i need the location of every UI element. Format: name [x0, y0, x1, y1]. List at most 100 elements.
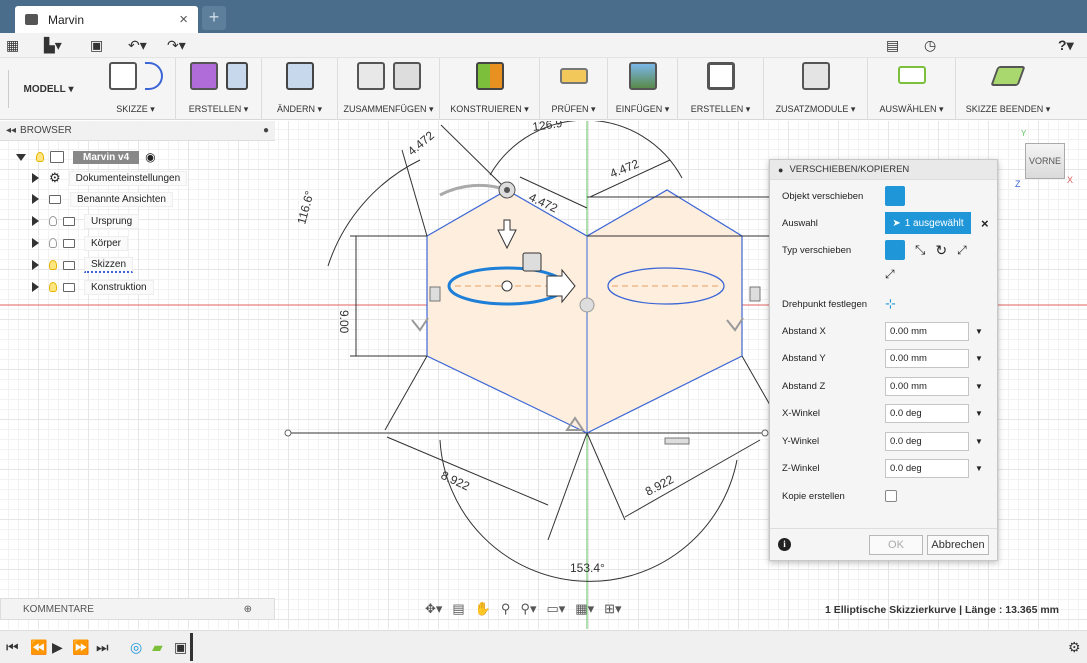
timeline-origin-icon[interactable]: ◎ [130, 639, 142, 656]
ribbon-group-construct[interactable]: KONSTRUIEREN ▾ [440, 58, 540, 120]
timeline-settings-icon[interactable]: ⚙ [1068, 639, 1081, 656]
browser-item-bodies[interactable]: Körper [32, 234, 129, 252]
save-icon[interactable]: ▣ [90, 36, 103, 55]
play-icon[interactable]: ▶ [52, 639, 63, 656]
expand-icon[interactable] [32, 173, 39, 183]
pivot-icon[interactable]: ⊹ [885, 296, 896, 312]
info-icon[interactable]: i [778, 538, 791, 551]
zoom-window-icon[interactable]: ⚲▾ [520, 601, 536, 617]
clock-icon[interactable]: ◷ [924, 36, 936, 55]
insert-icon [628, 62, 657, 90]
timeline-marker[interactable] [190, 633, 193, 661]
pivot-label: Drehpunkt festlegen [782, 298, 868, 310]
ribbon-group-inspect[interactable]: PRÜFEN ▾ [540, 58, 608, 120]
distance-x-input[interactable]: 0.00 mm [885, 321, 969, 341]
dropdown-icon[interactable]: ▼ [975, 382, 983, 391]
comments-panel[interactable]: KOMMENTARE ⊕ [0, 598, 275, 620]
collapse-icon[interactable]: ◂◂ [6, 125, 16, 136]
ribbon-group-select[interactable]: AUSWÄHLEN ▾ [868, 58, 956, 120]
activate-radio-icon[interactable]: ◉ [145, 150, 155, 164]
help-icon[interactable]: ?▾ [1058, 36, 1074, 55]
redo-icon[interactable]: ↷▾ [167, 36, 186, 55]
point-to-position-icon[interactable]: ⤢ [885, 267, 895, 282]
visibility-icon[interactable] [36, 152, 44, 162]
look-at-icon[interactable]: ▤ [452, 601, 464, 617]
distance-z-input[interactable]: 0.00 mm [885, 376, 969, 396]
job-status-icon[interactable]: ▤ [886, 36, 899, 55]
go-to-start-icon[interactable]: ⏮ [6, 639, 19, 656]
visibility-icon[interactable] [49, 216, 57, 226]
dropdown-icon[interactable]: ▼ [975, 464, 983, 473]
browser-item-label: Marvin v4 [73, 150, 140, 164]
timeline-plane-icon[interactable]: ▰ [152, 639, 163, 656]
browser-root-item[interactable]: Marvin v4 ◉ [16, 148, 156, 166]
minimize-icon[interactable]: ● [263, 125, 269, 136]
viewports-icon[interactable]: ⊞▾ [604, 601, 621, 617]
angle-z-input[interactable]: 0.0 deg [885, 458, 969, 478]
ribbon-group-make[interactable]: ERSTELLEN ▾ [678, 58, 764, 120]
expand-icon[interactable] [32, 260, 39, 270]
ok-button[interactable]: OK [869, 534, 923, 555]
apps-grid-icon[interactable]: ▦ [6, 36, 19, 55]
expand-icon[interactable] [32, 282, 39, 292]
line-endpoint [761, 429, 769, 437]
pan-icon[interactable]: ✋ [475, 601, 491, 617]
dropdown-icon[interactable]: ▼ [975, 327, 983, 336]
dialog-header[interactable]: ● VERSCHIEBEN/KOPIEREN [770, 160, 997, 180]
expand-icon[interactable] [32, 194, 39, 204]
expand-icon[interactable] [32, 216, 39, 226]
dropdown-icon[interactable]: ▼ [975, 354, 983, 363]
cancel-button[interactable]: Abbrechen [927, 534, 989, 555]
ribbon-group-addins[interactable]: ZUSATZMODULE ▾ [764, 58, 868, 120]
ribbon-toolbar: MODELL ▾ SKIZZE ▾ ERSTELLEN ▾ ÄNDERN ▾ Z… [0, 58, 1087, 120]
ribbon-group-modify[interactable]: ÄNDERN ▾ [262, 58, 338, 120]
ribbon-group-create[interactable]: ERSTELLEN ▾ [176, 58, 262, 120]
selection-button[interactable]: ➤ 1 ausgewählt [885, 212, 971, 234]
ribbon-group-insert[interactable]: EINFÜGEN ▾ [608, 58, 678, 120]
browser-header[interactable]: ◂◂ BROWSER ● [0, 121, 275, 141]
step-back-icon[interactable]: ⏪ [30, 639, 47, 656]
dropdown-icon[interactable]: ▼ [975, 437, 983, 446]
view-cube-face[interactable]: VORNE [1025, 143, 1065, 179]
visibility-icon[interactable] [49, 260, 57, 270]
ribbon-group-assemble[interactable]: ZUSAMMENFÜGEN ▾ [338, 58, 440, 120]
timeline-sketch-icon[interactable]: ▣ [174, 639, 187, 656]
move-object-icon[interactable] [885, 186, 905, 206]
angle-y-input[interactable]: 0.0 deg [885, 431, 969, 451]
display-icon[interactable]: ▭▾ [546, 601, 565, 617]
visibility-icon[interactable] [49, 238, 57, 248]
browser-item-construction[interactable]: Konstruktion [32, 278, 154, 296]
translate-icon[interactable]: ⤡ [915, 242, 925, 258]
distance-y-input[interactable]: 0.00 mm [885, 348, 969, 368]
file-menu-icon[interactable]: ▙▾ [44, 36, 62, 55]
ribbon-group-sketch[interactable]: SKIZZE ▾ [96, 58, 176, 120]
clear-selection-icon[interactable]: × [981, 216, 989, 231]
browser-item-document-settings[interactable]: ⚙ Dokumenteinstellungen [32, 169, 188, 187]
create-copy-checkbox[interactable] [885, 490, 897, 502]
browser-item-sketches[interactable]: Skizzen [32, 256, 134, 274]
rotate-icon[interactable]: ↻ [935, 242, 947, 259]
grid-icon[interactable]: ▦▾ [575, 601, 594, 617]
expand-icon[interactable] [16, 153, 26, 161]
expand-icon[interactable] [32, 238, 39, 248]
ribbon-group-stop-sketch[interactable]: SKIZZE BEENDEN ▾ [956, 58, 1060, 120]
point-to-point-icon[interactable]: ⤢ [957, 243, 967, 258]
step-forward-icon[interactable]: ⏩ [72, 639, 89, 656]
workspace-switcher[interactable]: MODELL ▾ [8, 70, 88, 108]
angle-x-input[interactable]: 0.0 deg [885, 403, 969, 423]
browser-item-named-views[interactable]: Benannte Ansichten [32, 190, 173, 208]
view-cube[interactable]: Y VORNE X Z [1015, 129, 1077, 189]
new-tab-button[interactable]: + [202, 6, 226, 30]
go-to-end-icon[interactable]: ⏭ [96, 639, 109, 656]
browser-item-origin[interactable]: Ursprung [32, 212, 140, 230]
zoom-icon[interactable]: ⚲ [501, 601, 511, 617]
visibility-icon[interactable] [49, 282, 57, 292]
close-tab-icon[interactable]: × [179, 11, 188, 28]
orbit-icon[interactable]: ✥▾ [425, 601, 442, 617]
undo-icon[interactable]: ↶▾ [128, 36, 147, 55]
collapse-dot-icon[interactable]: ● [778, 165, 783, 175]
document-tab[interactable]: Marvin × [15, 6, 198, 33]
free-move-icon[interactable] [885, 240, 905, 260]
dropdown-icon[interactable]: ▼ [975, 409, 983, 418]
add-comment-icon[interactable]: ⊕ [244, 604, 252, 615]
